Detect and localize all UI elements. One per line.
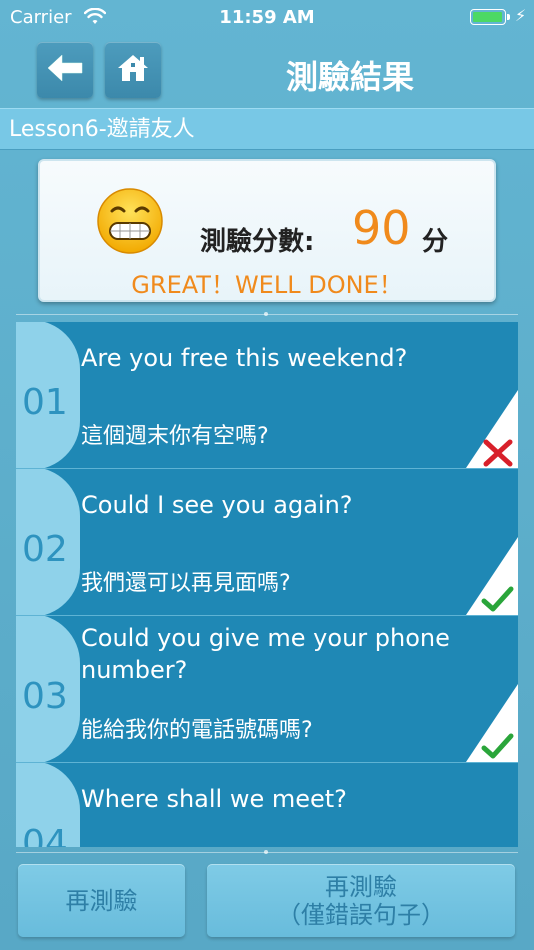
- home-button[interactable]: [105, 42, 161, 98]
- score-value: 90: [352, 201, 411, 255]
- clock: 11:59 AM: [219, 7, 315, 28]
- english-sentence: Could you give me your phone number?: [81, 624, 450, 684]
- check-mark-icon: [466, 684, 518, 762]
- score-label: 測驗分數:: [200, 227, 315, 257]
- page-title: 測驗結果: [285, 58, 414, 96]
- list-item[interactable]: 02 Could I see you again? 我們還可以再見面嗎?: [16, 469, 518, 616]
- question-list[interactable]: 01 Are you free this weekend? 這個週末你有空嗎? …: [16, 322, 518, 847]
- score-message: GREAT！WELL DONE！: [131, 271, 403, 299]
- chinese-sentence: 我們還可以再見面嗎?: [81, 571, 291, 596]
- retest-wrong-label-line1: 再測驗: [325, 872, 397, 901]
- back-arrow-icon: [46, 53, 84, 87]
- score-unit: 分: [422, 227, 449, 257]
- question-number: 01: [22, 382, 68, 423]
- retest-wrong-label-line2: （僅錯誤句子）: [277, 900, 445, 929]
- back-button[interactable]: [37, 42, 93, 98]
- grinning-face-icon: [96, 187, 164, 259]
- divider-dot: [264, 850, 268, 854]
- home-icon: [116, 53, 150, 87]
- retest-wrong-only-button[interactable]: 再測驗 （僅錯誤句子）: [207, 864, 515, 937]
- list-item[interactable]: 04 Where shall we meet?: [16, 763, 518, 847]
- retest-label: 再測驗: [65, 886, 138, 915]
- chinese-sentence: 能給我你的電話號碼嗎?: [81, 718, 313, 743]
- score-card: 測驗分數: 90 分 GREAT！WELL DONE！: [38, 159, 496, 302]
- question-number: 03: [22, 676, 68, 717]
- battery-icon: [470, 9, 506, 25]
- list-item[interactable]: 03 Could you give me your phone number? …: [16, 616, 518, 763]
- english-sentence: Are you free this weekend?: [81, 344, 408, 372]
- status-bar: Carrier 11:59 AM ⚡: [0, 0, 534, 36]
- english-sentence: Could I see you again?: [81, 491, 353, 519]
- wrong-mark-icon: [466, 390, 518, 468]
- chinese-sentence: 這個週末你有空嗎?: [81, 424, 269, 449]
- battery-tip: [507, 14, 510, 20]
- lesson-title: Lesson6-邀請友人: [0, 108, 534, 150]
- divider-dot: [264, 312, 268, 316]
- check-mark-icon: [466, 537, 518, 615]
- question-number: 02: [22, 529, 68, 570]
- question-number: 04: [22, 823, 68, 847]
- english-sentence: Where shall we meet?: [81, 785, 347, 813]
- list-item[interactable]: 01 Are you free this weekend? 這個週末你有空嗎?: [16, 322, 518, 469]
- retest-button[interactable]: 再測驗: [18, 864, 185, 937]
- charging-icon: ⚡: [515, 6, 527, 25]
